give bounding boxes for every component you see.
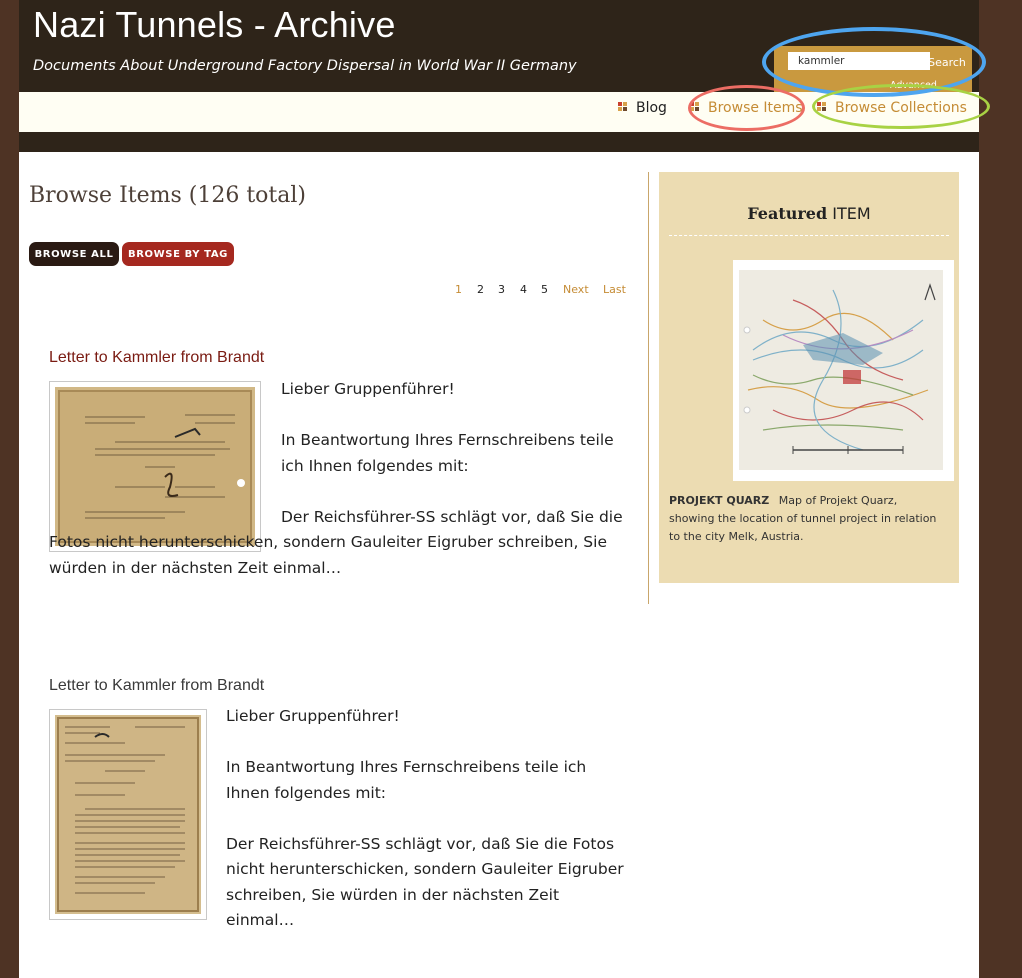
featured-item-image[interactable] bbox=[733, 260, 954, 481]
page-link-last[interactable]: Last bbox=[603, 283, 626, 296]
featured-divider bbox=[669, 235, 949, 236]
browse-by-tag-button[interactable]: BROWSE BY TAG bbox=[122, 242, 234, 266]
item-thumbnail[interactable] bbox=[49, 709, 207, 920]
featured-heading-bold: Featured bbox=[747, 204, 828, 223]
item-paragraph: In Beantwortung Ihres Fernschreibens tei… bbox=[281, 431, 614, 475]
item-description: Lieber Gruppenführer! In Beantwortung Ih… bbox=[49, 377, 629, 581]
page-link-1[interactable]: 1 bbox=[455, 283, 462, 296]
item-paragraph: Der Reichsführer-SS schlägt vor, daß Sie… bbox=[49, 507, 623, 577]
letter-scan-icon bbox=[55, 715, 201, 914]
site-title[interactable]: Nazi Tunnels - Archive bbox=[33, 4, 396, 46]
nav-item-blog[interactable]: Blog bbox=[618, 100, 667, 116]
featured-caption: PROJEKT QUARZ Map of Projekt Quarz, show… bbox=[669, 492, 944, 546]
map-image-icon bbox=[739, 270, 943, 470]
item-paragraph: Der Reichsführer-SS schlägt vor, daß Sie… bbox=[226, 834, 624, 930]
nav-bullet-icon bbox=[817, 102, 826, 111]
document-thumbnail-image bbox=[55, 715, 201, 914]
featured-item-panel: Featured ITEM PROJEKT QUARZ Map of Proje… bbox=[659, 172, 959, 583]
search-input[interactable] bbox=[788, 52, 930, 70]
nav-bullet-icon bbox=[618, 102, 627, 111]
search-button[interactable]: Search bbox=[924, 52, 970, 72]
page-link-next[interactable]: Next bbox=[563, 283, 589, 296]
nav-bullet-icon bbox=[690, 102, 699, 111]
browse-all-button[interactable]: BROWSE ALL bbox=[29, 242, 119, 266]
nav-item-browse-items[interactable]: Browse Items bbox=[690, 100, 803, 116]
item-description: Lieber Gruppenführer! In Beantwortung Ih… bbox=[226, 704, 626, 934]
nav-item-browse-collections[interactable]: Browse Collections bbox=[817, 100, 967, 116]
page-link-3[interactable]: 3 bbox=[498, 283, 505, 296]
nav-item-label: Browse Collections bbox=[835, 100, 967, 116]
featured-heading: Featured ITEM bbox=[659, 204, 959, 223]
featured-heading-rest: ITEM bbox=[832, 204, 871, 223]
page-title: Browse Items (126 total) bbox=[29, 183, 306, 208]
nav-item-label: Blog bbox=[636, 100, 667, 116]
search-form: Search Advanced Search bbox=[774, 46, 972, 102]
site-subtitle: Documents About Underground Factory Disp… bbox=[33, 58, 577, 74]
content-divider bbox=[648, 172, 649, 604]
page-link-2[interactable]: 2 bbox=[477, 283, 484, 296]
page-link-5[interactable]: 5 bbox=[541, 283, 548, 296]
nav-item-label: Browse Items bbox=[708, 100, 803, 116]
page-link-4[interactable]: 4 bbox=[520, 283, 527, 296]
item-paragraph: Lieber Gruppenführer! bbox=[226, 707, 400, 725]
header-divider-band bbox=[19, 132, 979, 152]
item-paragraph: In Beantwortung Ihres Fernschreibens tei… bbox=[226, 758, 587, 802]
item-paragraph: Lieber Gruppenführer! bbox=[281, 380, 455, 398]
featured-item-title-link[interactable]: PROJEKT QUARZ bbox=[669, 494, 769, 507]
item-title-link[interactable]: Letter to Kammler from Brandt bbox=[49, 349, 264, 367]
primary-nav: Blog Browse Items Browse Collections bbox=[19, 92, 979, 132]
item-title-link[interactable]: Letter to Kammler from Brandt bbox=[49, 677, 264, 695]
